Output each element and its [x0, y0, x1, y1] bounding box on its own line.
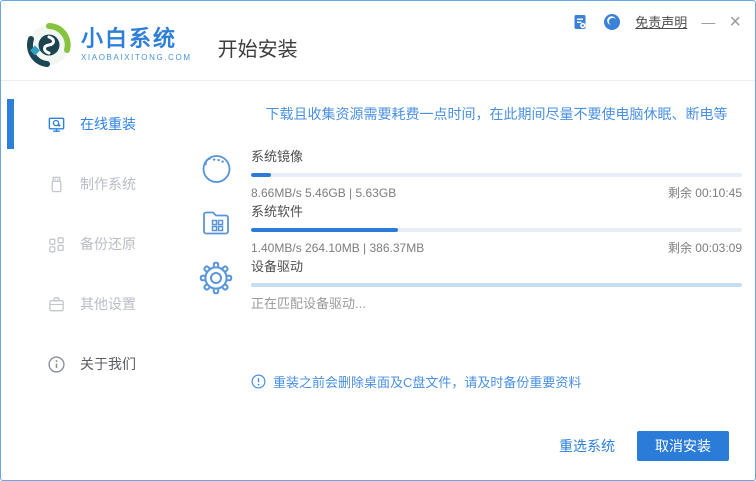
task-remaining: 剩余 00:03:09 [667, 241, 742, 255]
sidebar-item-backup-restore[interactable]: 备份还原 [1, 232, 181, 256]
folder-apps-icon [203, 211, 229, 235]
titlebar-controls: 免责声明 — × [571, 12, 741, 32]
warning-message: 重装之前会删除桌面及C盘文件，请及时备份重要资料 [251, 372, 581, 391]
grid-backup-icon [49, 236, 64, 252]
usb-drive-icon [51, 176, 62, 192]
feedback-doc-icon[interactable] [571, 13, 589, 31]
header: 小白系统 XIAOBAIXITONG.COM 开始安装 免责声明 — × [1, 1, 755, 81]
progress-fill [251, 228, 399, 232]
task-name: 系统镜像 [251, 149, 304, 164]
progress-fill [251, 173, 271, 177]
sidebar-item-online-reinstall[interactable]: 在线重装 [1, 112, 181, 136]
brand-domain: XIAOBAIXITONG.COM [81, 53, 192, 62]
app-window: 小白系统 XIAOBAIXITONG.COM 开始安装 免责声明 — × 在线重… [0, 0, 756, 481]
sidebar-item-about-us[interactable]: 关于我们 [1, 352, 181, 376]
monitor-reinstall-icon [48, 117, 65, 132]
brand-name: 小白系统 [81, 26, 178, 51]
alert-circle-icon [251, 374, 266, 389]
task-stats: 8.66MB/s 5.46GB | 5.63GB [251, 186, 397, 200]
task-row-device-driver: 设备驱动 正在匹配设备驱动... [181, 258, 755, 313]
brand-logo: 小白系统 XIAOBAIXITONG.COM [27, 22, 192, 67]
active-item-indicator [7, 99, 14, 149]
task-name: 设备驱动 [251, 259, 304, 274]
disclaimer-link[interactable]: 免责声明 [635, 12, 687, 31]
customer-service-icon[interactable] [603, 13, 621, 31]
sidebar-item-other-settings[interactable]: 其他设置 [1, 292, 181, 316]
sidebar-item-label: 备份还原 [80, 236, 136, 252]
page-title: 开始安装 [217, 39, 298, 61]
mascot-face-icon [202, 155, 231, 183]
sidebar-item-label: 其他设置 [80, 296, 136, 312]
task-remaining: 剩余 00:10:45 [667, 186, 742, 200]
task-row-system-software: 系统软件 1.40MB/s 264.10MB | 386.37MB 剩余 00:… [181, 203, 755, 256]
gear-icon [199, 261, 233, 295]
reselect-system-button[interactable]: 重选系统 [559, 436, 615, 456]
brand-logo-icon [27, 22, 71, 67]
cancel-install-button[interactable]: 取消安装 [637, 431, 729, 461]
progress-bar-system-image [251, 173, 742, 177]
progress-bar-system-software [251, 228, 742, 232]
progress-bar-device-driver [251, 283, 742, 287]
sidebar-item-label: 制作系统 [80, 176, 136, 192]
warning-text: 重装之前会删除桌面及C盘文件，请及时备份重要资料 [273, 375, 582, 390]
task-stats: 1.40MB/s 264.10MB | 386.37MB [251, 241, 425, 255]
close-button[interactable]: × [729, 12, 741, 32]
task-name: 系统软件 [251, 204, 304, 219]
brand-text: 小白系统 XIAOBAIXITONG.COM [81, 26, 192, 63]
notice-text: 下载且收集资源需要耗费一点时间，在此期间尽量不要使电脑休眠、断电等 [265, 106, 728, 122]
footer-actions: 重选系统 取消安装 [559, 431, 729, 461]
sidebar-item-make-system[interactable]: 制作系统 [1, 172, 181, 196]
info-circle-icon [48, 355, 65, 373]
sidebar-item-label: 关于我们 [80, 356, 136, 372]
minimize-button[interactable]: — [701, 13, 715, 31]
briefcase-icon [49, 296, 64, 311]
sidebar: 在线重装 制作系统 备份还原 其他设置 关于我们 [1, 82, 181, 480]
task-status-text: 正在匹配设备驱动... [251, 296, 366, 311]
main-content: 下载且收集资源需要耗费一点时间，在此期间尽量不要使电脑休眠、断电等 系统镜像 8… [181, 82, 755, 480]
task-list: 系统镜像 8.66MB/s 5.46GB | 5.63GB 剩余 00:10:4… [181, 148, 755, 313]
sidebar-item-label: 在线重装 [80, 116, 136, 132]
task-row-system-image: 系统镜像 8.66MB/s 5.46GB | 5.63GB 剩余 00:10:4… [181, 148, 755, 201]
